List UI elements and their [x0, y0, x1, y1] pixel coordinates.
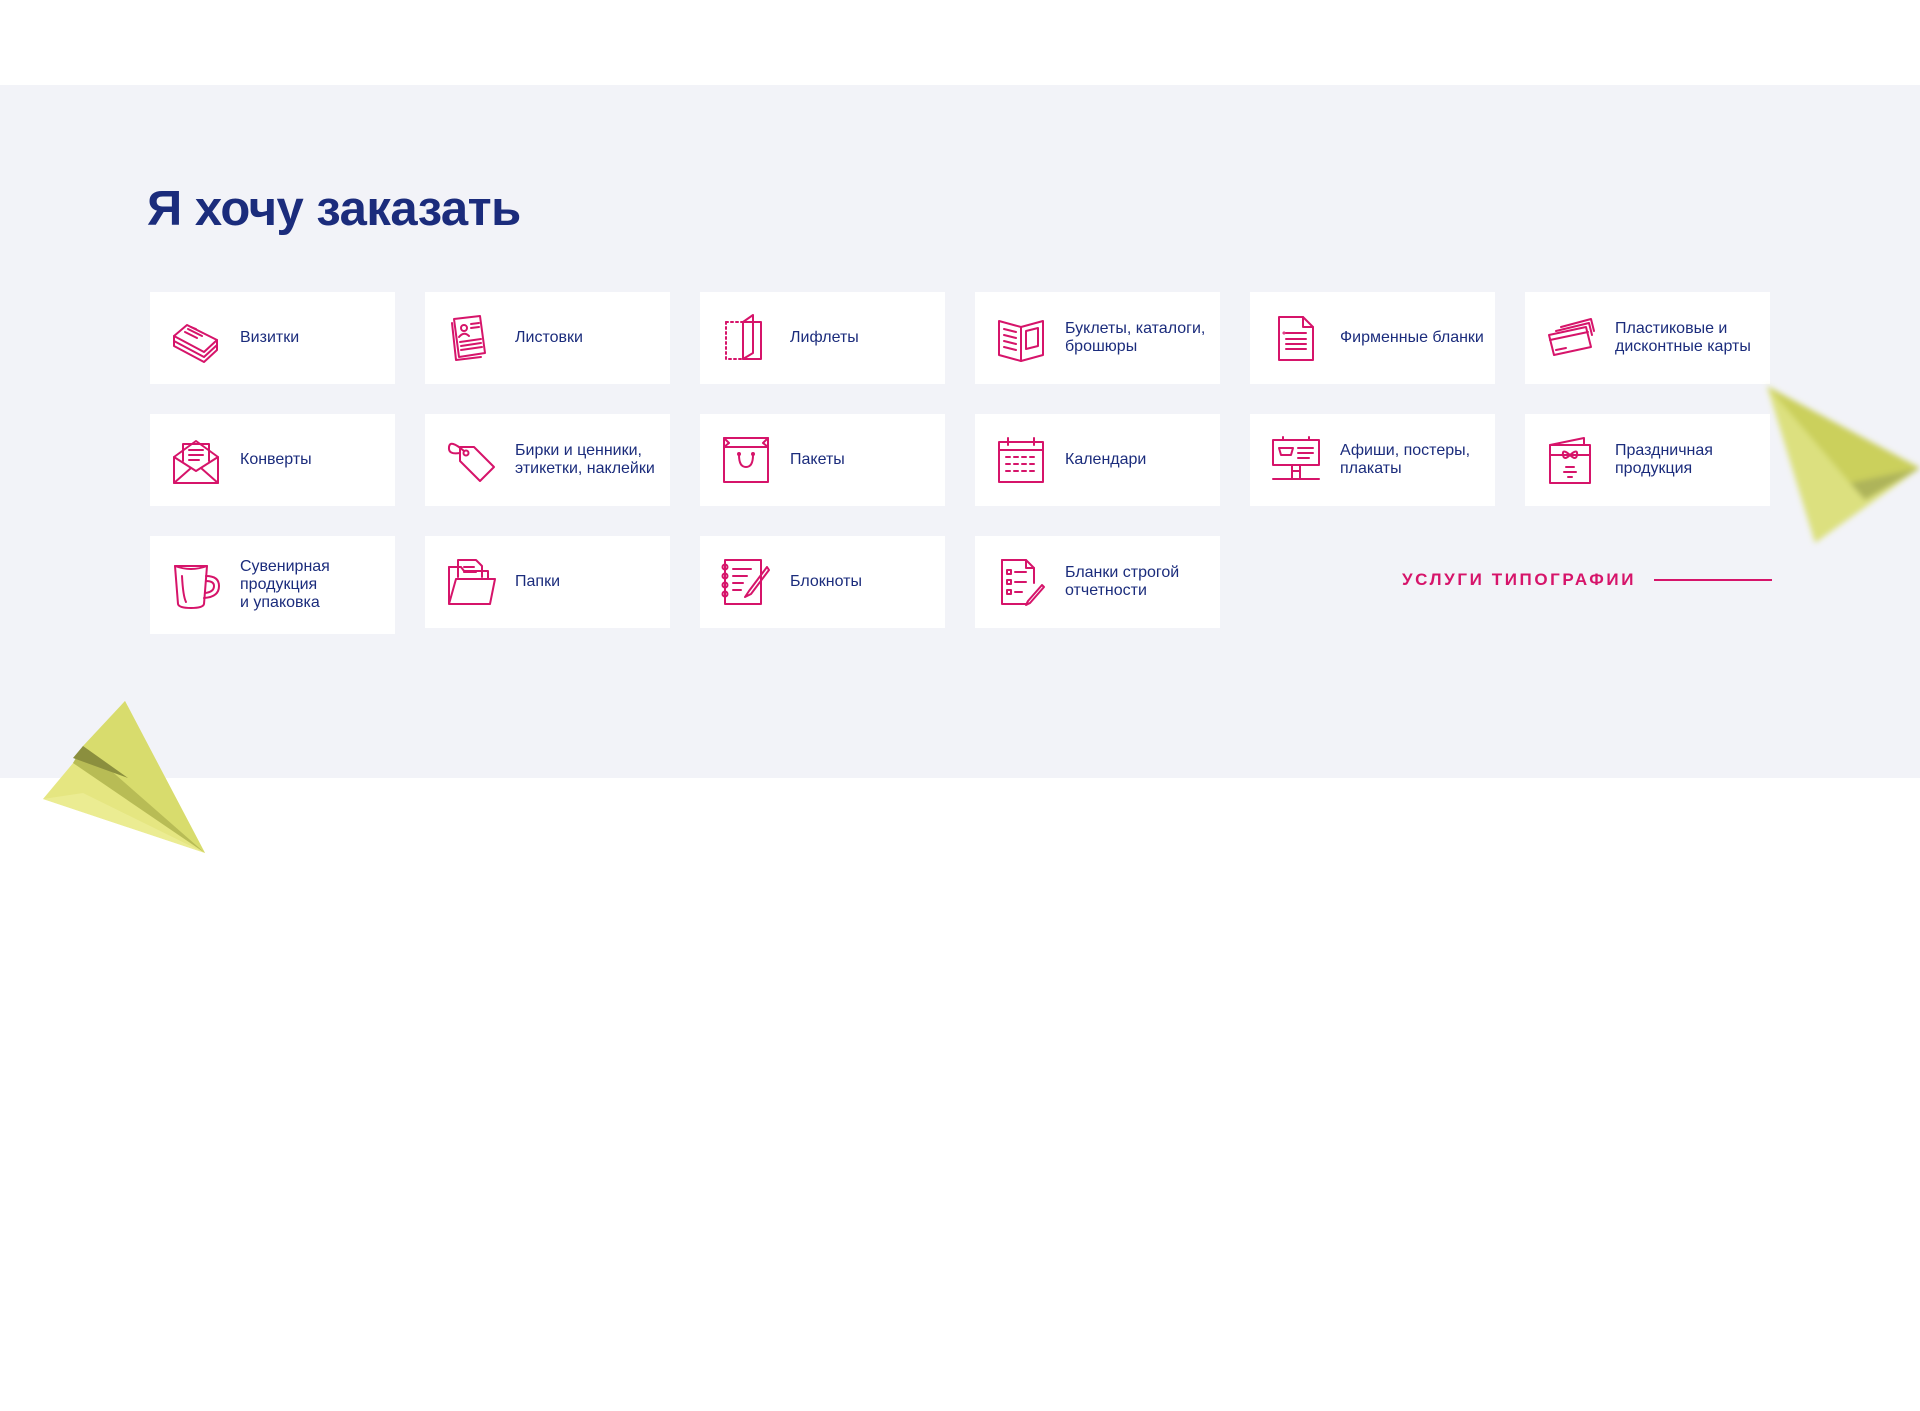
product-card-tags[interactable]: Бирки и ценники, этикетки, наклейки [425, 414, 670, 506]
product-label: Афиши, постеры, плакаты [1340, 442, 1471, 477]
product-label: Бирки и ценники, этикетки, наклейки [515, 442, 655, 477]
business-cards-icon [170, 312, 222, 364]
leaflet-icon [720, 312, 772, 364]
product-card-bags[interactable]: Пакеты [700, 414, 945, 506]
billboard-icon [1270, 434, 1322, 486]
product-card-folders[interactable]: Папки [425, 536, 670, 628]
flyers-icon [445, 312, 497, 364]
product-card-souvenirs[interactable]: Сувенирная продукция и упаковка [150, 536, 395, 634]
paper-plane-decoration-left [43, 701, 205, 853]
product-card-calendars[interactable]: Календари [975, 414, 1220, 506]
notepad-icon [720, 556, 772, 608]
product-label: Буклеты, каталоги, брошюры [1065, 320, 1206, 355]
product-label: Визитки [240, 329, 300, 346]
product-label: Папки [515, 573, 560, 590]
product-label: Бланки строгой отчетности [1065, 564, 1180, 599]
product-card-flyers[interactable]: Листовки [425, 292, 670, 384]
product-label: Пластиковые и дисконтные карты [1615, 320, 1751, 355]
calendar-icon [995, 434, 1047, 486]
product-card-booklets[interactable]: Буклеты, каталоги, брошюры [975, 292, 1220, 384]
product-label: Пакеты [790, 451, 845, 468]
letterhead-icon [1270, 312, 1322, 364]
link-underline-decoration [1654, 579, 1773, 581]
print-services-link-label: УСЛУГИ ТИПОГРАФИИ [1402, 570, 1637, 589]
plastic-cards-icon [1545, 312, 1597, 364]
product-label: Сувенирная продукция и упаковка [240, 558, 330, 611]
product-card-business-cards[interactable]: Визитки [150, 292, 395, 384]
mug-icon [170, 559, 222, 611]
product-label: Блокноты [790, 573, 862, 590]
product-card-plastic-cards[interactable]: Пластиковые и дисконтные карты [1525, 292, 1770, 384]
product-label: Конверты [240, 451, 312, 468]
bag-icon [720, 434, 772, 486]
product-card-letterheads[interactable]: Фирменные бланки [1250, 292, 1495, 384]
product-label: Листовки [515, 329, 583, 346]
folder-icon [445, 556, 497, 608]
product-card-notepads[interactable]: Блокноты [700, 536, 945, 628]
print-services-link[interactable]: УСЛУГИ ТИПОГРАФИИ [1402, 570, 1773, 590]
envelope-icon [170, 434, 222, 486]
product-card-strict-forms[interactable]: Бланки строгой отчетности [975, 536, 1220, 628]
booklet-icon [995, 312, 1047, 364]
product-label: Лифлеты [790, 329, 859, 346]
tag-icon [445, 434, 497, 486]
product-label: Праздничная продукция [1615, 442, 1713, 477]
product-label: Календари [1065, 451, 1147, 468]
gift-card-icon [1545, 434, 1597, 486]
checklist-form-icon [995, 556, 1047, 608]
product-card-posters[interactable]: Афиши, постеры, плакаты [1250, 414, 1495, 506]
section-title: Я хочу заказать [147, 182, 521, 236]
product-card-holiday[interactable]: Праздничная продукция [1525, 414, 1770, 506]
product-card-envelopes[interactable]: Конверты [150, 414, 395, 506]
paper-plane-decoration-right [1767, 386, 1920, 543]
product-card-leaflets[interactable]: Лифлеты [700, 292, 945, 384]
product-label: Фирменные бланки [1340, 329, 1484, 346]
